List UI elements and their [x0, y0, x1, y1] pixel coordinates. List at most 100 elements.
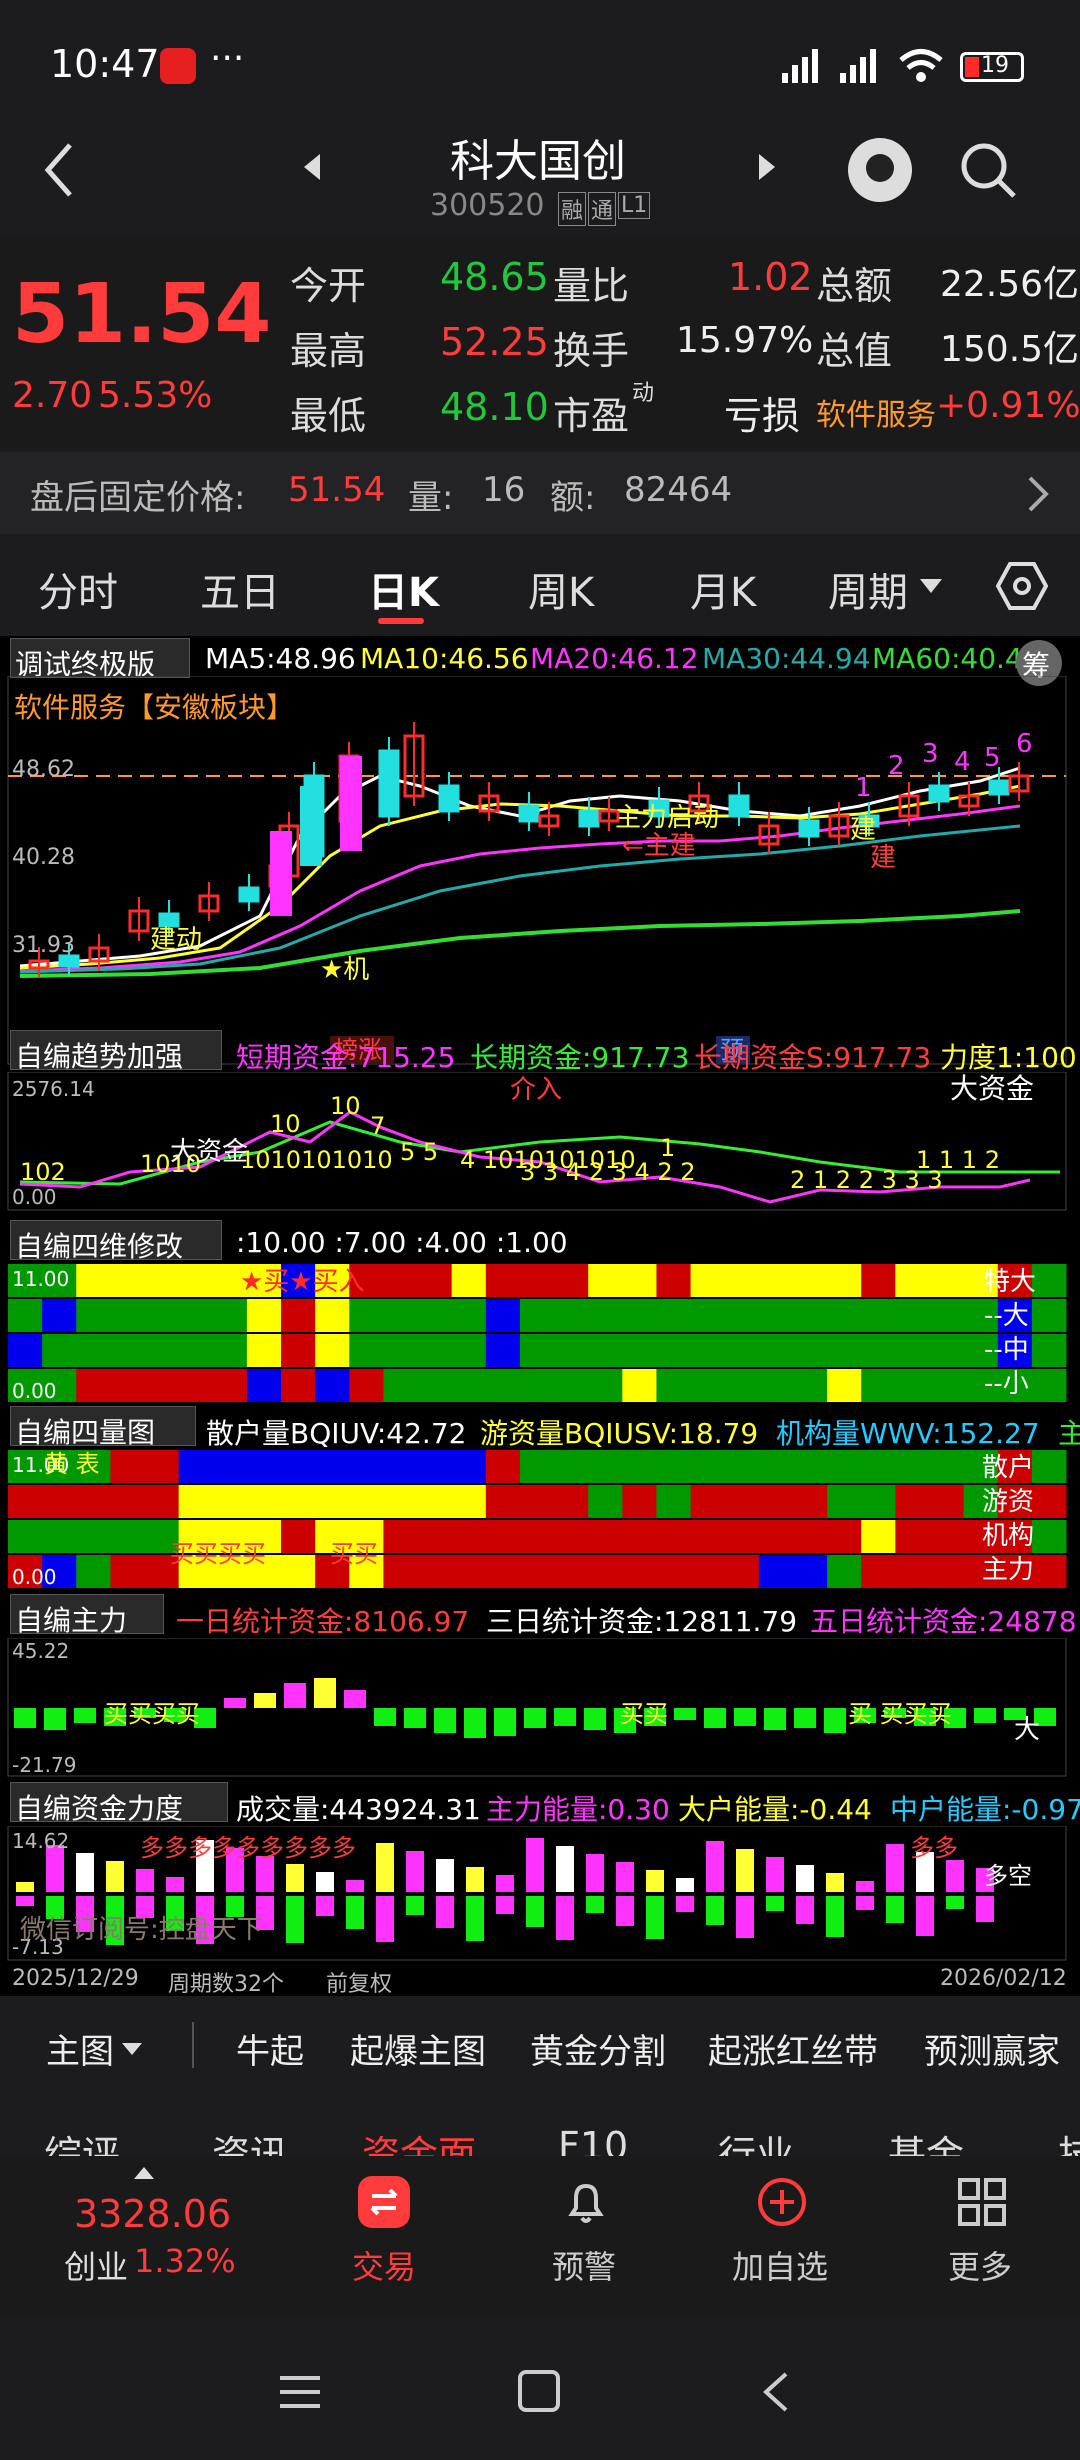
tab-weekly-k[interactable]: 周K [528, 560, 594, 618]
search-icon[interactable] [956, 138, 1020, 202]
band-cell [554, 1520, 589, 1553]
zl-5day: 五日统计资金:24878 [810, 1605, 1077, 1638]
prev-stock-icon[interactable] [300, 152, 324, 182]
tab-five-day[interactable]: 五日 [200, 560, 280, 618]
power-bar-down [856, 1896, 874, 1910]
band-cell [690, 1299, 726, 1332]
power-bar-up [436, 1859, 454, 1892]
force-bar [74, 1708, 96, 1723]
band-cell [895, 1450, 930, 1483]
band-cell [76, 1485, 111, 1518]
trend-ybot: 0.00 [12, 1185, 57, 1209]
nav-trade[interactable]: 交易 [352, 2242, 416, 2288]
force-bar [404, 1708, 426, 1728]
tab-period[interactable]: 周期 [828, 560, 908, 618]
next-stock-icon[interactable] [755, 152, 779, 182]
value-volratio: 1.02 [728, 255, 813, 299]
sl-indicator-selector[interactable]: 自编四量图 [10, 1406, 196, 1449]
band-cell [144, 1369, 180, 1402]
info-tabs: 综评 资讯 资金面 F10 行业 基金 技 [0, 2100, 1080, 2156]
chart-area[interactable]: 调试终极版 MA5:48.96 MA10:46.56 MA20:46.12 MA… [0, 636, 1080, 1997]
marker-zhuli: ⇐主建 [622, 831, 696, 861]
subtab-fund[interactable]: 基金 [888, 2124, 964, 2156]
force-bar [314, 1678, 336, 1708]
trade-icon[interactable] [358, 2176, 410, 2228]
band-cell [76, 1299, 111, 1332]
band-cell [690, 1334, 726, 1367]
bottom-nav: 3328.06 创业 1.32% 交易 预警 加自选 更多 [0, 2156, 1080, 2316]
svg-text:多多: 多多 [910, 1834, 958, 1862]
band-cell [656, 1450, 692, 1483]
band-cell [485, 1264, 521, 1297]
power-bar-down [706, 1896, 724, 1925]
band-cell [929, 1369, 965, 1402]
sw-indicator-selector[interactable]: 自编四维修改 [10, 1220, 222, 1263]
band-cell [417, 1555, 453, 1588]
tool-red-ribbon[interactable]: 起涨红丝带 [708, 2024, 878, 2073]
home-icon[interactable] [518, 2370, 560, 2412]
band-cell [8, 1299, 43, 1332]
quote-panel: 51.54 2.70 5.53% 今开 48.65 量比 1.02 总额 22.… [0, 235, 1080, 450]
svg-text:大: 大 [1014, 1715, 1040, 1745]
band-cell [349, 1485, 384, 1518]
afterhours-bar[interactable]: 盘后固定价格: 51.54 量: 16 额: 82464 [0, 452, 1080, 534]
band-cell [758, 1450, 794, 1483]
band-cell [178, 1450, 214, 1483]
tool-predict[interactable]: 预测赢家 [924, 2024, 1060, 2073]
subtab-funds[interactable]: 资金面 [362, 2124, 476, 2156]
tool-golden[interactable]: 黄金分割 [530, 2024, 666, 2073]
afterhours-price: 51.54 [288, 470, 386, 510]
nav-alert[interactable]: 预警 [552, 2242, 616, 2288]
grid-more-icon[interactable] [956, 2176, 1008, 2228]
trend-indicator-selector[interactable]: 自编趋势加强 [10, 1030, 222, 1073]
zl-indicator-selector[interactable]: 自编主力 [10, 1594, 164, 1637]
subtab-zongping[interactable]: 综评 [44, 2124, 120, 2156]
label-sector[interactable]: 软件服务 [816, 390, 936, 434]
band-cell [588, 1485, 623, 1518]
settings-hex-icon[interactable] [995, 560, 1049, 612]
main-chart-selector[interactable]: 主图 [46, 2024, 114, 2073]
nav-more[interactable]: 更多 [948, 2242, 1012, 2288]
band-cell [485, 1555, 521, 1588]
subtab-news[interactable]: 资讯 [212, 2124, 288, 2156]
band-cell [929, 1485, 965, 1518]
subtab-tech[interactable]: 技 [1058, 2124, 1080, 2156]
svg-text:10: 10 [330, 1092, 361, 1120]
trend-force: 力度1:100 [940, 1041, 1077, 1074]
band-cell [656, 1334, 692, 1367]
force-bar [14, 1708, 36, 1728]
subtab-f10[interactable]: F10 [558, 2124, 628, 2156]
band-cell [212, 1334, 248, 1367]
back-icon[interactable] [40, 140, 80, 200]
bell-icon[interactable] [560, 2176, 612, 2228]
main-indicator-selector[interactable]: 调试终极版 [10, 638, 190, 681]
value-low: 48.10 [440, 385, 549, 429]
zj-indicator-selector[interactable]: 自编资金力度 [10, 1782, 228, 1825]
tool-qibao[interactable]: 起爆主图 [350, 2024, 486, 2073]
tab-daily-k[interactable]: 日K [368, 560, 439, 618]
band-cell [827, 1520, 862, 1553]
band-cell [792, 1264, 828, 1297]
mascot-icon[interactable] [848, 138, 912, 202]
svg-text:买买: 买买 [620, 1700, 668, 1728]
power-bar-up [406, 1851, 424, 1892]
band-cell [315, 1450, 350, 1483]
band-cell [8, 1520, 43, 1553]
nav-add-watch[interactable]: 加自选 [732, 2242, 828, 2288]
tab-monthly-k[interactable]: 月K [690, 560, 756, 618]
band-cell [281, 1450, 316, 1483]
menu-icon[interactable] [278, 2372, 322, 2412]
svg-text:主力: 主力 [982, 1555, 1034, 1585]
add-watch-icon[interactable] [756, 2176, 808, 2228]
period-dropdown-icon [920, 578, 942, 593]
back-nav-icon[interactable] [760, 2370, 790, 2414]
candle [518, 804, 540, 823]
index-value[interactable]: 3328.06 [74, 2192, 231, 2236]
ytick-3: 31.93 [12, 933, 75, 958]
tool-niuqi[interactable]: 牛起 [236, 2024, 304, 2073]
value-high: 52.25 [440, 320, 549, 364]
battery-icon: 19 [960, 52, 1024, 82]
tab-intraday[interactable]: 分时 [38, 560, 118, 618]
subtab-industry[interactable]: 行业 [718, 2124, 794, 2156]
band-cell [622, 1369, 657, 1402]
